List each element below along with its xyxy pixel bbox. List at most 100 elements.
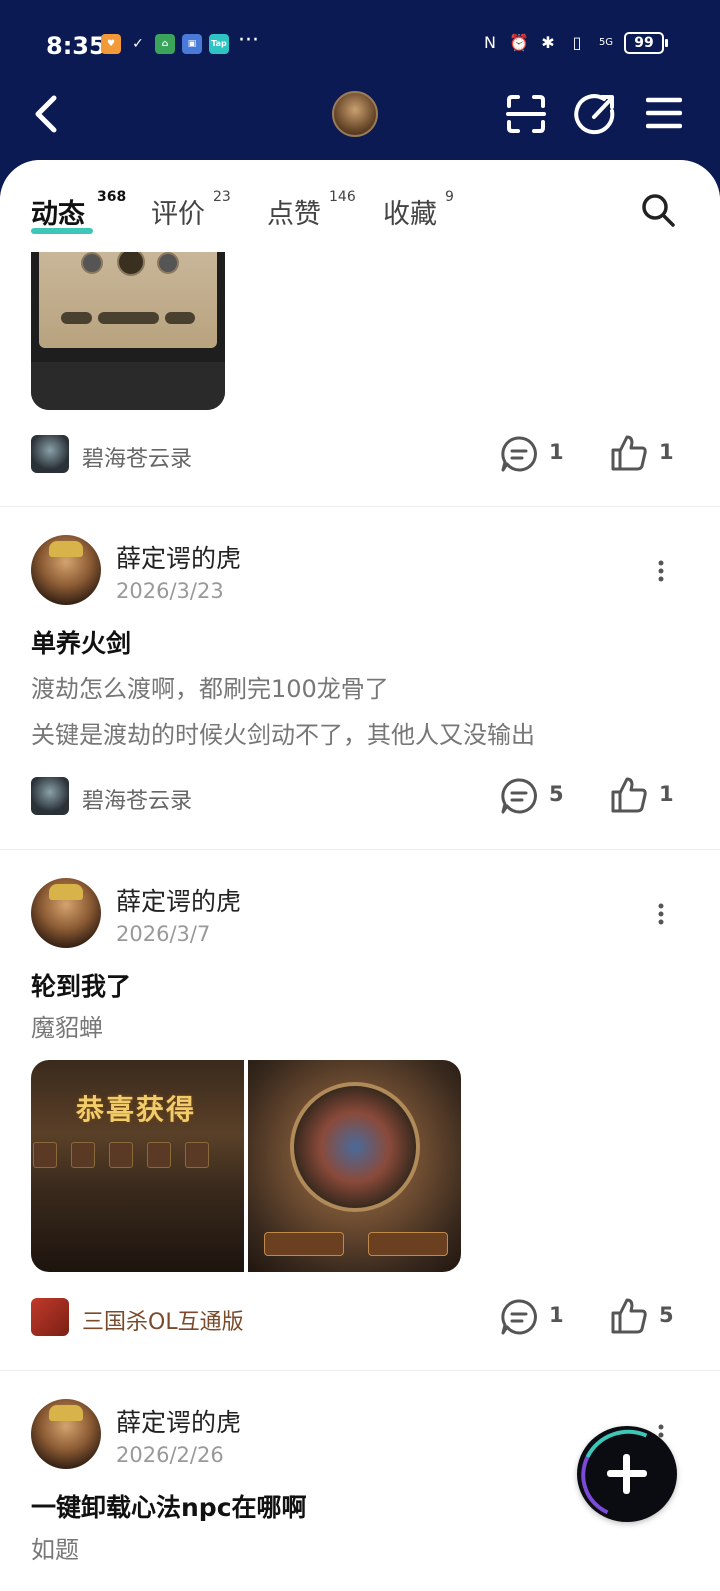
post-date: 2026/3/23 <box>116 579 224 603</box>
post-body-line: 渡劫怎么渡啊，都刷完100龙骨了 <box>31 675 389 703</box>
box-app-icon: ▣ <box>182 34 202 54</box>
menu-icon[interactable] <box>646 96 682 130</box>
status-time: 8:35 <box>46 32 106 60</box>
post-meta-row: 碧海苍云录 5 1 <box>31 776 691 816</box>
image-content <box>39 248 217 348</box>
heart-app-icon: ♥ <box>101 34 121 54</box>
tap-app-icon: Tap <box>209 34 229 54</box>
content-sheet: 动态 368 评价 23 点赞 146 收藏 9 碧海苍云录 1 1 薛定谔的虎… <box>0 160 720 1591</box>
tab-count: 9 <box>445 189 454 205</box>
author-avatar[interactable] <box>31 878 101 948</box>
tab-count: 146 <box>329 189 356 205</box>
author-avatar[interactable] <box>31 535 101 605</box>
item-slot <box>109 1142 133 1168</box>
like-count: 1 <box>659 782 674 806</box>
post-body[interactable]: 如题 <box>31 1527 79 1573</box>
notification-icons: ♥ ✓ ⌂ ▣ Tap <box>101 34 229 54</box>
post-image-globe[interactable] <box>248 1060 461 1272</box>
post-body-line: 关键是渡劫的时候火剑动不了，其他人又没输出 <box>31 721 535 749</box>
signal-icon: 5G <box>598 37 614 48</box>
source-game-icon[interactable] <box>31 435 69 473</box>
post-author-row: 薛定谔的虎 2026/3/23 <box>31 535 691 607</box>
post-image-reward[interactable]: 恭喜获得 <box>31 1060 244 1272</box>
create-post-button[interactable] <box>568 1416 686 1532</box>
like-count: 5 <box>659 1303 674 1327</box>
item-slot <box>185 1142 209 1168</box>
post-title[interactable]: 单养火剑 <box>31 624 131 660</box>
plus-icon <box>623 1454 630 1494</box>
image-detail <box>117 248 145 276</box>
tab-count: 368 <box>97 189 127 205</box>
post-divider <box>0 1370 720 1371</box>
comment-count: 1 <box>549 1303 564 1327</box>
image-globe <box>290 1082 420 1212</box>
post-body[interactable]: 渡劫怎么渡啊，都刷完100龙骨了 关键是渡劫的时候火剑动不了，其他人又没输出 <box>31 666 535 758</box>
tab-likes[interactable]: 点赞 146 <box>267 189 356 231</box>
post-image[interactable] <box>31 248 225 410</box>
post-body-line: 如题 <box>31 1536 79 1564</box>
author-name[interactable]: 薛定谔的虎 <box>116 539 241 575</box>
tab-label: 动态 <box>31 199 85 230</box>
post-meta-row: 三国杀OL互通版 1 5 <box>31 1297 691 1337</box>
post-date: 2026/3/7 <box>116 922 211 946</box>
more-options-icon[interactable] <box>653 559 669 583</box>
post-title[interactable]: 一键卸载心法npc在哪啊 <box>31 1488 307 1524</box>
image-detail <box>81 252 103 274</box>
post-meta-row: 碧海苍云录 1 1 <box>31 434 691 474</box>
image-bottom-strip <box>31 362 225 410</box>
source-game-name[interactable]: 三国杀OL互通版 <box>82 1304 244 1336</box>
thumbs-up-icon[interactable] <box>609 1296 649 1336</box>
image-detail <box>157 252 179 274</box>
post-title[interactable]: 轮到我了 <box>31 967 131 1003</box>
top-header: 8:35 ♥ ✓ ⌂ ▣ Tap ··· N ⏰ ✱ ▯ 5G 99 <box>0 0 720 175</box>
source-game-icon[interactable] <box>31 777 69 815</box>
comment-icon[interactable] <box>499 776 539 816</box>
scan-icon[interactable] <box>506 94 546 134</box>
comment-count: 5 <box>549 782 564 806</box>
bluetooth-icon: ✱ <box>541 33 555 52</box>
comment-icon[interactable] <box>499 434 539 474</box>
back-arrow-icon[interactable] <box>28 92 64 136</box>
item-slot <box>33 1142 57 1168</box>
vibrate-icon: ▯ <box>572 33 582 52</box>
post-date: 2026/2/26 <box>116 1443 224 1467</box>
header-avatar[interactable] <box>332 91 378 137</box>
author-name[interactable]: 薛定谔的虎 <box>116 1403 241 1439</box>
image-button <box>264 1232 344 1256</box>
post-image-grid: 恭喜获得 <box>31 1060 461 1272</box>
comment-count: 1 <box>549 440 564 464</box>
battery-icon: 99 <box>624 32 668 54</box>
tab-bar: 动态 368 评价 23 点赞 146 收藏 9 <box>0 160 720 252</box>
tab-label: 点赞 <box>267 199 321 230</box>
author-name[interactable]: 薛定谔的虎 <box>116 882 241 918</box>
tab-favorites[interactable]: 收藏 9 <box>383 189 454 231</box>
tab-label: 评价 <box>151 199 205 230</box>
item-slot <box>147 1142 171 1168</box>
tab-dynamics[interactable]: 动态 368 <box>31 189 126 231</box>
source-game-name[interactable]: 碧海苍云录 <box>82 441 192 473</box>
search-icon[interactable] <box>640 192 676 228</box>
status-bar: 8:35 ♥ ✓ ⌂ ▣ Tap ··· N ⏰ ✱ ▯ 5G 99 <box>0 28 720 64</box>
more-options-icon[interactable] <box>653 902 669 926</box>
image-items <box>31 1142 244 1182</box>
tab-reviews[interactable]: 评价 23 <box>151 189 231 231</box>
share-icon[interactable] <box>574 93 616 135</box>
post-body[interactable]: 魔貂蝉 <box>31 1005 103 1051</box>
image-detail <box>61 312 195 324</box>
tab-count: 23 <box>213 189 231 205</box>
like-count: 1 <box>659 440 674 464</box>
post-body-line: 魔貂蝉 <box>31 1014 103 1042</box>
thumbs-up-icon[interactable] <box>609 433 649 473</box>
home-app-icon: ⌂ <box>155 34 175 54</box>
more-notifications-icon: ··· <box>238 28 259 53</box>
post-author-row: 薛定谔的虎 2026/3/7 <box>31 878 691 950</box>
comment-icon[interactable] <box>499 1297 539 1337</box>
thumbs-up-icon[interactable] <box>609 775 649 815</box>
item-slot <box>71 1142 95 1168</box>
source-game-icon[interactable] <box>31 1298 69 1336</box>
tab-active-indicator <box>31 228 93 234</box>
nfc-icon: N <box>484 33 496 52</box>
author-avatar[interactable] <box>31 1399 101 1469</box>
source-game-name[interactable]: 碧海苍云录 <box>82 783 192 815</box>
status-right-icons: N ⏰ ✱ ▯ 5G 99 <box>479 32 668 54</box>
